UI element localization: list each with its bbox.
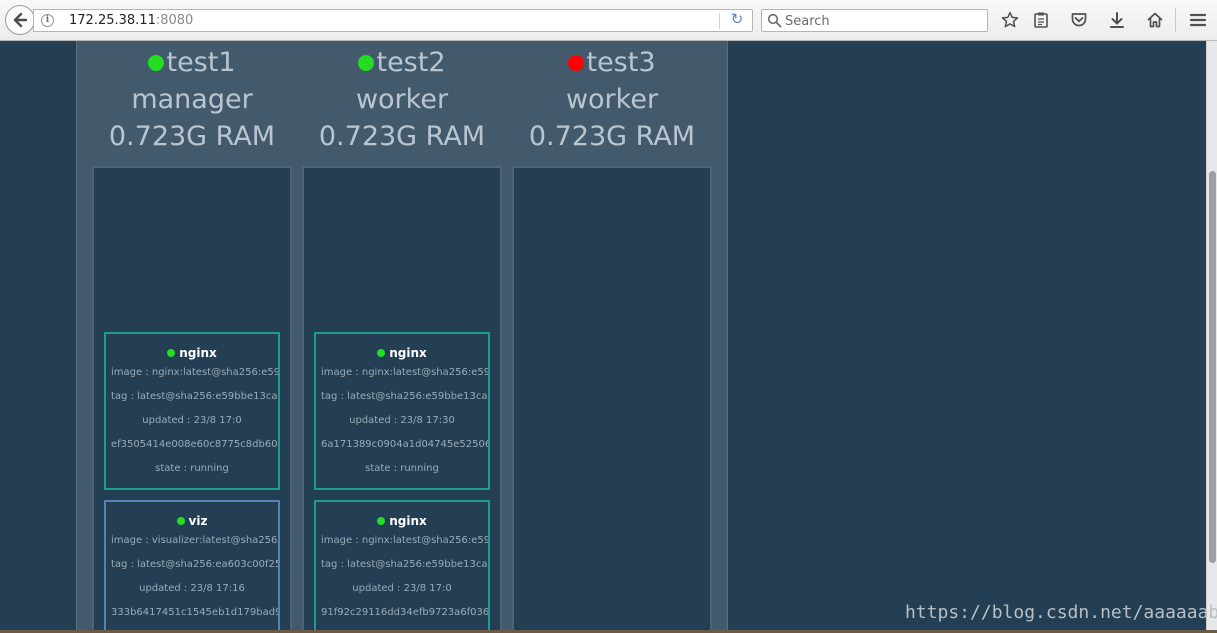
task-state: state : running — [155, 463, 229, 474]
scrollbar-thumb[interactable] — [1209, 171, 1216, 563]
task-card[interactable]: nginx image : nginx:latest@sha256:e59bbe… — [314, 332, 490, 490]
reading-list-button[interactable] — [1030, 9, 1052, 31]
reload-icon[interactable]: ↻ — [728, 11, 746, 29]
url-divider — [719, 13, 720, 29]
node-test2: test2 worker 0.723G RAM nginx image : ng… — [302, 41, 502, 630]
task-name-label: nginx — [179, 346, 217, 360]
node-tasks-area: nginx image : nginx:latest@sha256:e59bbe… — [302, 166, 502, 630]
node-ram: 0.723G RAM — [108, 121, 276, 152]
node-test1: test1 manager 0.723G RAM nginx image : n… — [92, 41, 292, 630]
task-image: image : nginx:latest@sha256:e59bbe13ca0c — [321, 367, 488, 378]
bookmark-star-button[interactable] — [999, 9, 1021, 31]
task-name: nginx — [316, 345, 488, 361]
pocket-button[interactable] — [1068, 9, 1090, 31]
node-name: test2 — [376, 47, 446, 78]
node-role: worker — [565, 84, 659, 115]
url-host: 172.25.38.11 — [69, 13, 156, 28]
task-running-icon — [377, 517, 386, 525]
task-image: image : nginx:latest@sha256:e59bbe13ca0c — [111, 367, 278, 378]
page-viewport: test1 manager 0.723G RAM nginx image : n… — [0, 41, 1206, 630]
task-id: 333b6417451c1545eb1d179bad9bb — [111, 607, 278, 618]
task-running-icon — [167, 349, 176, 357]
task-tag: tag : latest@sha256:ea603c00f25bb — [111, 559, 278, 570]
download-arrow-icon — [1110, 12, 1124, 28]
node-tasks-area: nginx image : nginx:latest@sha256:e59bbe… — [92, 166, 292, 630]
node-header: test2 worker 0.723G RAM — [302, 41, 502, 155]
node-test3: test3 worker 0.723G RAM — [512, 41, 712, 630]
task-card[interactable]: viz image : visualizer:latest@sha256:ea6… — [104, 500, 280, 630]
site-info-icon[interactable]: i — [41, 14, 54, 27]
node-ram: 0.723G RAM — [528, 121, 696, 152]
node-status-icon — [568, 54, 585, 71]
task-tag: tag : latest@sha256:e59bbe13ca0c — [321, 559, 488, 570]
home-icon — [1147, 12, 1163, 28]
task-image: image : visualizer:latest@sha256:ea603c — [111, 535, 278, 546]
task-name-label: viz — [188, 514, 208, 528]
task-name: nginx — [316, 513, 488, 529]
search-bar[interactable] — [761, 9, 988, 32]
task-tag: tag : latest@sha256:e59bbe13ca0c — [111, 391, 278, 402]
task-name-label: nginx — [389, 346, 427, 360]
task-name-label: nginx — [389, 514, 427, 528]
node-header: test3 worker 0.723G RAM — [512, 41, 712, 155]
node-title: test1 — [92, 44, 292, 81]
task-id: ef3505414e008e60c8775c8db60092 — [111, 439, 278, 450]
task-card[interactable]: nginx image : nginx:latest@sha256:e59bbe… — [314, 500, 490, 630]
task-id: 6a171389c0904a1d04745e5250645 — [321, 439, 488, 450]
task-updated: updated : 23/8 17:30 — [349, 415, 455, 426]
task-name: viz — [106, 513, 278, 529]
search-icon — [767, 13, 782, 28]
task-updated: updated : 23/8 17:0 — [352, 583, 452, 594]
watermark: https://blog.csdn.net/aaaaaab_ — [905, 602, 1217, 623]
node-name: test3 — [586, 47, 656, 78]
vertical-scrollbar[interactable] — [1206, 41, 1217, 630]
url-text[interactable]: 172.25.38.11:8080 — [69, 14, 193, 28]
node-title: test2 — [302, 44, 502, 81]
task-running-icon — [176, 517, 185, 525]
task-state: state : running — [365, 463, 439, 474]
url-bar[interactable]: i 172.25.38.11:8080 ↻ — [33, 9, 753, 32]
pocket-icon — [1071, 13, 1087, 27]
downloads-button[interactable] — [1106, 9, 1128, 31]
task-id: 91f92c29116dd34efb9723a6f036195 — [321, 607, 488, 618]
node-header: test1 manager 0.723G RAM — [92, 41, 292, 155]
node-name: test1 — [166, 47, 236, 78]
hamburger-menu-icon — [1189, 13, 1207, 27]
task-tag: tag : latest@sha256:e59bbe13ca0c — [321, 391, 488, 402]
search-input[interactable] — [785, 13, 980, 29]
node-role: worker — [355, 84, 449, 115]
browser-toolbar: i 172.25.38.11:8080 ↻ — [0, 0, 1217, 41]
node-ram: 0.723G RAM — [318, 121, 486, 152]
node-tasks-area — [512, 166, 712, 630]
node-status-icon — [148, 54, 165, 71]
node-role: manager — [131, 84, 253, 115]
back-arrow-icon — [13, 12, 28, 28]
task-updated: updated : 23/8 17:0 — [142, 415, 242, 426]
task-image: image : nginx:latest@sha256:e59bbe13ca0c — [321, 535, 488, 546]
back-button[interactable] — [5, 5, 35, 35]
task-card[interactable]: nginx image : nginx:latest@sha256:e59bbe… — [104, 332, 280, 490]
url-port: :8080 — [155, 13, 194, 28]
task-updated: updated : 23/8 17:16 — [139, 583, 245, 594]
menu-button[interactable] — [1187, 9, 1209, 31]
clipboard-icon — [1034, 12, 1048, 28]
home-button[interactable] — [1144, 9, 1166, 31]
star-icon — [1001, 11, 1019, 28]
task-running-icon — [377, 349, 386, 357]
swarm-cluster: test1 manager 0.723G RAM nginx image : n… — [76, 41, 728, 630]
task-name: nginx — [106, 345, 278, 361]
node-title: test3 — [512, 44, 712, 81]
toolbar-separator — [1175, 8, 1176, 32]
node-status-icon — [358, 54, 375, 71]
